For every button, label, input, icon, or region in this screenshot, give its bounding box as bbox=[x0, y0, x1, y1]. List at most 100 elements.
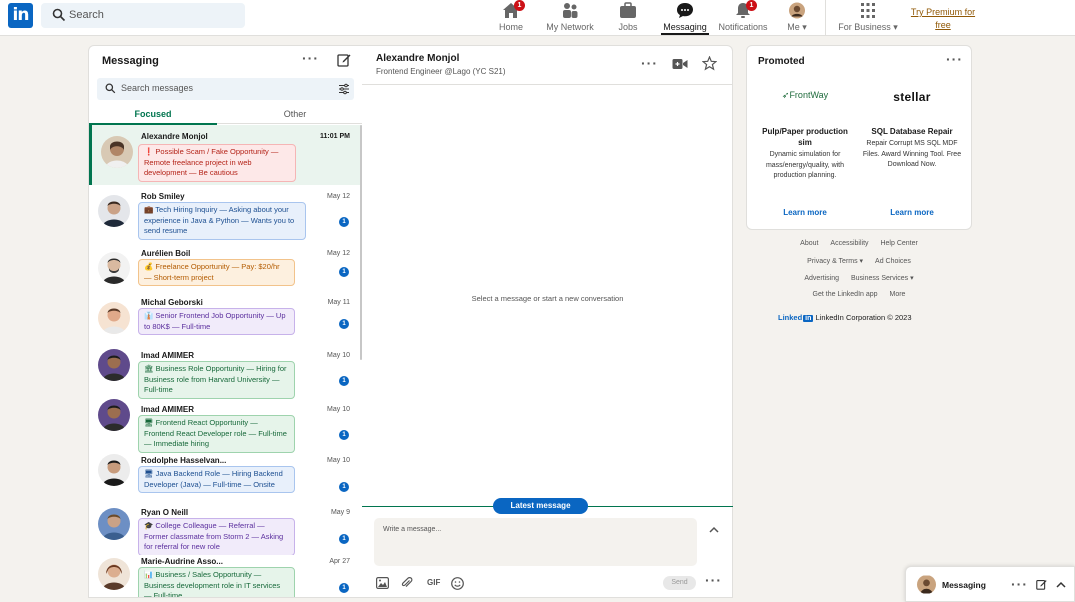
nav-messaging[interactable]: Messaging bbox=[661, 2, 709, 35]
premium-line-2: free bbox=[935, 20, 951, 30]
conversation-date: May 10 bbox=[327, 406, 350, 413]
nav-my-network[interactable]: My Network bbox=[545, 2, 595, 35]
send-button[interactable]: Send bbox=[663, 576, 696, 590]
conversation-item[interactable]: Alexandre Monjol 11:01 PM ❗ Possible Sca… bbox=[89, 125, 362, 185]
footer-link-privacy[interactable]: Privacy & Terms ▾ bbox=[807, 258, 863, 265]
ad-card[interactable]: stellar SQL Database Repair Repair Corru… bbox=[862, 90, 962, 217]
conversation-preview: 🖥 Java Backend Role — Hiring Backend Dev… bbox=[138, 466, 295, 493]
learn-more-button[interactable]: Learn more bbox=[862, 208, 962, 217]
star-icon[interactable] bbox=[702, 56, 717, 71]
emoji-icon[interactable] bbox=[451, 577, 464, 590]
messaging-title: Messaging bbox=[102, 55, 159, 67]
nav-home[interactable]: 1 Home bbox=[493, 0, 529, 35]
footer-link-help-center[interactable]: Help Center bbox=[880, 240, 917, 247]
conversation-date: May 12 bbox=[327, 193, 350, 200]
conversation-item[interactable]: Imad AMIMER May 10 🏛 Business Role Oppor… bbox=[89, 345, 362, 399]
conversation-date: May 10 bbox=[327, 457, 350, 464]
nav-for-business[interactable]: For Business ▾ bbox=[836, 2, 900, 35]
conversation-item[interactable]: Imad AMIMER May 10 🖥 Frontend React Oppo… bbox=[89, 399, 362, 453]
conversation-item[interactable]: Marie-Audrine Asso... Apr 27 📊 Business … bbox=[89, 555, 362, 597]
messaging-list-panel: Messaging ··· Search messages Focused Ot… bbox=[88, 45, 363, 598]
dock-more-icon[interactable]: ··· bbox=[1011, 576, 1028, 592]
footer-link-ad-choices[interactable]: Ad Choices bbox=[875, 258, 911, 265]
nav-notifications[interactable]: 1 Notifications bbox=[717, 0, 769, 35]
conversation-preview: 👔 Senior Frontend Job Opportunity — Up t… bbox=[138, 308, 295, 335]
avatar bbox=[98, 195, 130, 227]
image-icon[interactable] bbox=[376, 577, 389, 589]
learn-more-button[interactable]: Learn more bbox=[755, 208, 855, 217]
conversation-preview: 🎓 College Colleague — Referral — Former … bbox=[138, 518, 295, 556]
unread-badge: 1 bbox=[339, 534, 349, 544]
nav-home-label: Home bbox=[498, 22, 523, 32]
nav-me[interactable]: Me ▾ bbox=[784, 2, 810, 35]
nav-messaging-label: Messaging bbox=[663, 22, 707, 32]
conversation-panel: Alexandre Monjol Frontend Engineer @Lago… bbox=[362, 45, 733, 598]
nav-divider bbox=[825, 0, 826, 36]
promoted-more-icon[interactable]: ··· bbox=[946, 51, 963, 67]
conversation-item[interactable]: Ryan O Neill May 9 🎓 College Colleague —… bbox=[89, 505, 362, 556]
filter-icon[interactable] bbox=[338, 83, 350, 95]
conversation-contact-headline: Frontend Engineer @Lago (YC S21) bbox=[376, 67, 506, 76]
messaging-dock[interactable]: Messaging ··· bbox=[905, 566, 1075, 602]
chevron-up-icon[interactable] bbox=[1056, 580, 1066, 590]
search-icon bbox=[105, 83, 116, 94]
conversation-preview: ❗ Possible Scam / Fake Opportunity — Rem… bbox=[138, 144, 296, 182]
messages-search-input[interactable]: Search messages bbox=[97, 78, 354, 100]
video-call-icon[interactable] bbox=[672, 58, 688, 70]
try-premium-link[interactable]: Try Premium for free bbox=[908, 6, 978, 32]
nav-notifications-label: Notifications bbox=[718, 22, 768, 32]
tab-focused[interactable]: Focused bbox=[89, 109, 217, 119]
tab-other[interactable]: Other bbox=[231, 109, 359, 119]
nav-network-label: My Network bbox=[546, 22, 594, 32]
compose-icon[interactable] bbox=[1036, 579, 1047, 590]
home-badge: 1 bbox=[514, 0, 525, 11]
conversation-item[interactable]: Rob Smiley May 12 💼 Tech Hiring Inquiry … bbox=[89, 187, 362, 241]
global-search-input[interactable]: Search bbox=[41, 3, 245, 28]
conversation-preview: 🏛 Business Role Opportunity — Hiring for… bbox=[138, 361, 295, 399]
avatar bbox=[98, 508, 130, 540]
conversation-preview: 💰 Freelance Opportunity — Pay: $20/hr — … bbox=[138, 259, 295, 286]
conversation-name: Marie-Audrine Asso... bbox=[141, 557, 223, 566]
conversation-item[interactable]: Michal Geborski May 11 👔 Senior Frontend… bbox=[89, 295, 362, 343]
footer-link-accessibility[interactable]: Accessibility bbox=[830, 240, 868, 247]
ad-brand-logo: ➶FrontWay bbox=[781, 90, 829, 100]
messaging-more-icon[interactable]: ··· bbox=[302, 50, 319, 66]
search-placeholder: Search bbox=[69, 9, 104, 21]
conversation-item[interactable]: Rodolphe Hasselvan... May 10 🖥 Java Back… bbox=[89, 453, 362, 503]
linkedin-logo[interactable]: in bbox=[8, 3, 33, 28]
me-text: Me bbox=[787, 22, 800, 32]
nav-jobs[interactable]: Jobs bbox=[612, 2, 644, 35]
ad-brand-name: FrontWay bbox=[789, 90, 829, 100]
footer-link-get-app[interactable]: Get the LinkedIn app bbox=[813, 291, 878, 298]
avatar bbox=[101, 136, 133, 168]
latest-message-button[interactable]: Latest message bbox=[493, 498, 588, 514]
footer-link-advertising[interactable]: Advertising bbox=[804, 275, 839, 282]
conversation-name: Alexandre Monjol bbox=[141, 132, 208, 141]
gif-button[interactable]: GIF bbox=[427, 578, 440, 587]
footer-row: Get the LinkedIn app More bbox=[746, 291, 972, 298]
compose-icon[interactable] bbox=[337, 53, 351, 67]
unread-badge: 1 bbox=[339, 319, 349, 329]
for-business-text: For Business bbox=[838, 22, 891, 32]
footer-link-more[interactable]: More bbox=[890, 291, 906, 298]
dock-label: Messaging bbox=[942, 580, 986, 590]
ad-card[interactable]: ➶FrontWay Pulp/Paper production sim Dyna… bbox=[755, 90, 855, 217]
footer-link-about[interactable]: About bbox=[800, 240, 818, 247]
ad-title: SQL Database Repair bbox=[871, 127, 953, 136]
conversation-date: May 10 bbox=[327, 352, 350, 359]
message-input[interactable]: Write a message... bbox=[374, 518, 697, 566]
wordmark-text: Linked bbox=[778, 313, 803, 322]
promoted-title: Promoted bbox=[758, 56, 805, 67]
conversation-contact-name[interactable]: Alexandre Monjol bbox=[376, 53, 459, 64]
nav-me-label: Me ▾ bbox=[784, 22, 810, 33]
unread-badge: 1 bbox=[339, 482, 349, 492]
conversation-name: Imad AMIMER bbox=[141, 351, 195, 360]
conversation-item[interactable]: Aurélien Boil May 12 💰 Freelance Opportu… bbox=[89, 243, 362, 293]
composer-more-icon[interactable]: ··· bbox=[705, 572, 722, 588]
avatar-icon bbox=[788, 2, 806, 19]
conversation-more-icon[interactable]: ··· bbox=[641, 55, 658, 71]
attachment-icon[interactable] bbox=[401, 577, 413, 589]
ad-brand-logo: stellar bbox=[893, 90, 931, 104]
expand-composer-icon[interactable] bbox=[709, 525, 719, 535]
footer-link-business-services[interactable]: Business Services ▾ bbox=[851, 275, 914, 282]
